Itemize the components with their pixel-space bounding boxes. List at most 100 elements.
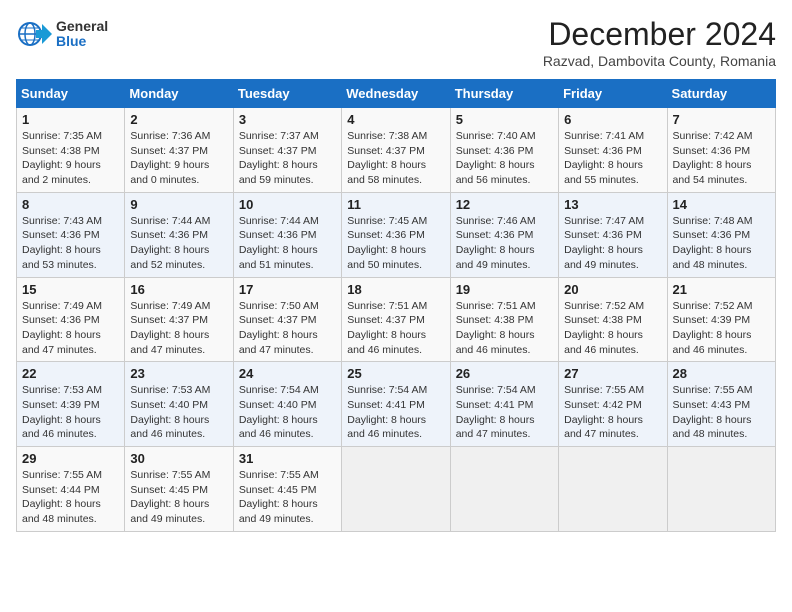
calendar-subtitle: Razvad, Dambovita County, Romania (543, 53, 776, 69)
day-info: Sunrise: 7:37 AMSunset: 4:37 PMDaylight:… (239, 130, 319, 186)
day-info: Sunrise: 7:44 AMSunset: 4:36 PMDaylight:… (239, 215, 319, 271)
day-info: Sunrise: 7:55 AMSunset: 4:42 PMDaylight:… (564, 384, 644, 440)
day-info: Sunrise: 7:52 AMSunset: 4:39 PMDaylight:… (673, 300, 753, 356)
calendar-cell: 30 Sunrise: 7:55 AMSunset: 4:45 PMDaylig… (125, 447, 233, 532)
calendar-week-row: 1 Sunrise: 7:35 AMSunset: 4:38 PMDayligh… (17, 108, 776, 193)
day-number: 10 (239, 197, 336, 212)
calendar-week-row: 8 Sunrise: 7:43 AMSunset: 4:36 PMDayligh… (17, 192, 776, 277)
calendar-cell: 18 Sunrise: 7:51 AMSunset: 4:37 PMDaylig… (342, 277, 450, 362)
column-header-thursday: Thursday (450, 80, 558, 108)
day-info: Sunrise: 7:35 AMSunset: 4:38 PMDaylight:… (22, 130, 102, 186)
day-info: Sunrise: 7:55 AMSunset: 4:43 PMDaylight:… (673, 384, 753, 440)
day-number: 12 (456, 197, 553, 212)
calendar-table: SundayMondayTuesdayWednesdayThursdayFrid… (16, 79, 776, 532)
day-number: 21 (673, 282, 770, 297)
calendar-cell: 29 Sunrise: 7:55 AMSunset: 4:44 PMDaylig… (17, 447, 125, 532)
calendar-week-row: 29 Sunrise: 7:55 AMSunset: 4:44 PMDaylig… (17, 447, 776, 532)
day-info: Sunrise: 7:45 AMSunset: 4:36 PMDaylight:… (347, 215, 427, 271)
day-info: Sunrise: 7:51 AMSunset: 4:38 PMDaylight:… (456, 300, 536, 356)
column-header-tuesday: Tuesday (233, 80, 341, 108)
day-number: 20 (564, 282, 661, 297)
day-info: Sunrise: 7:42 AMSunset: 4:36 PMDaylight:… (673, 130, 753, 186)
calendar-cell: 11 Sunrise: 7:45 AMSunset: 4:36 PMDaylig… (342, 192, 450, 277)
logo-general: General (56, 19, 108, 34)
day-info: Sunrise: 7:46 AMSunset: 4:36 PMDaylight:… (456, 215, 536, 271)
day-info: Sunrise: 7:50 AMSunset: 4:37 PMDaylight:… (239, 300, 319, 356)
calendar-cell: 2 Sunrise: 7:36 AMSunset: 4:37 PMDayligh… (125, 108, 233, 193)
day-info: Sunrise: 7:36 AMSunset: 4:37 PMDaylight:… (130, 130, 210, 186)
calendar-cell: 13 Sunrise: 7:47 AMSunset: 4:36 PMDaylig… (559, 192, 667, 277)
calendar-cell: 12 Sunrise: 7:46 AMSunset: 4:36 PMDaylig… (450, 192, 558, 277)
calendar-cell (342, 447, 450, 532)
day-number: 28 (673, 366, 770, 381)
calendar-cell: 24 Sunrise: 7:54 AMSunset: 4:40 PMDaylig… (233, 362, 341, 447)
day-info: Sunrise: 7:44 AMSunset: 4:36 PMDaylight:… (130, 215, 210, 271)
title-area: December 2024 Razvad, Dambovita County, … (543, 16, 776, 69)
calendar-cell: 8 Sunrise: 7:43 AMSunset: 4:36 PMDayligh… (17, 192, 125, 277)
day-number: 26 (456, 366, 553, 381)
calendar-cell: 4 Sunrise: 7:38 AMSunset: 4:37 PMDayligh… (342, 108, 450, 193)
calendar-title: December 2024 (543, 16, 776, 53)
day-number: 15 (22, 282, 119, 297)
column-header-monday: Monday (125, 80, 233, 108)
day-number: 5 (456, 112, 553, 127)
day-number: 31 (239, 451, 336, 466)
day-info: Sunrise: 7:49 AMSunset: 4:37 PMDaylight:… (130, 300, 210, 356)
calendar-cell: 25 Sunrise: 7:54 AMSunset: 4:41 PMDaylig… (342, 362, 450, 447)
day-number: 4 (347, 112, 444, 127)
calendar-cell: 16 Sunrise: 7:49 AMSunset: 4:37 PMDaylig… (125, 277, 233, 362)
calendar-cell: 19 Sunrise: 7:51 AMSunset: 4:38 PMDaylig… (450, 277, 558, 362)
day-number: 25 (347, 366, 444, 381)
calendar-cell: 21 Sunrise: 7:52 AMSunset: 4:39 PMDaylig… (667, 277, 775, 362)
calendar-cell (450, 447, 558, 532)
calendar-cell: 9 Sunrise: 7:44 AMSunset: 4:36 PMDayligh… (125, 192, 233, 277)
calendar-cell: 27 Sunrise: 7:55 AMSunset: 4:42 PMDaylig… (559, 362, 667, 447)
day-info: Sunrise: 7:52 AMSunset: 4:38 PMDaylight:… (564, 300, 644, 356)
calendar-cell: 17 Sunrise: 7:50 AMSunset: 4:37 PMDaylig… (233, 277, 341, 362)
calendar-cell: 1 Sunrise: 7:35 AMSunset: 4:38 PMDayligh… (17, 108, 125, 193)
day-number: 9 (130, 197, 227, 212)
day-number: 2 (130, 112, 227, 127)
calendar-cell: 22 Sunrise: 7:53 AMSunset: 4:39 PMDaylig… (17, 362, 125, 447)
day-info: Sunrise: 7:55 AMSunset: 4:45 PMDaylight:… (130, 469, 210, 525)
day-number: 22 (22, 366, 119, 381)
day-info: Sunrise: 7:54 AMSunset: 4:41 PMDaylight:… (347, 384, 427, 440)
day-number: 11 (347, 197, 444, 212)
day-number: 1 (22, 112, 119, 127)
logo: General Blue (16, 16, 108, 52)
calendar-cell: 3 Sunrise: 7:37 AMSunset: 4:37 PMDayligh… (233, 108, 341, 193)
column-header-wednesday: Wednesday (342, 80, 450, 108)
day-info: Sunrise: 7:40 AMSunset: 4:36 PMDaylight:… (456, 130, 536, 186)
day-number: 6 (564, 112, 661, 127)
day-info: Sunrise: 7:49 AMSunset: 4:36 PMDaylight:… (22, 300, 102, 356)
column-header-saturday: Saturday (667, 80, 775, 108)
day-number: 18 (347, 282, 444, 297)
column-header-friday: Friday (559, 80, 667, 108)
day-info: Sunrise: 7:48 AMSunset: 4:36 PMDaylight:… (673, 215, 753, 271)
day-info: Sunrise: 7:55 AMSunset: 4:45 PMDaylight:… (239, 469, 319, 525)
calendar-cell (559, 447, 667, 532)
calendar-body: 1 Sunrise: 7:35 AMSunset: 4:38 PMDayligh… (17, 108, 776, 532)
calendar-cell: 31 Sunrise: 7:55 AMSunset: 4:45 PMDaylig… (233, 447, 341, 532)
day-info: Sunrise: 7:53 AMSunset: 4:39 PMDaylight:… (22, 384, 102, 440)
day-number: 3 (239, 112, 336, 127)
day-number: 17 (239, 282, 336, 297)
calendar-cell: 15 Sunrise: 7:49 AMSunset: 4:36 PMDaylig… (17, 277, 125, 362)
calendar-cell: 20 Sunrise: 7:52 AMSunset: 4:38 PMDaylig… (559, 277, 667, 362)
logo-text: General Blue (56, 19, 108, 50)
calendar-cell: 5 Sunrise: 7:40 AMSunset: 4:36 PMDayligh… (450, 108, 558, 193)
calendar-cell: 6 Sunrise: 7:41 AMSunset: 4:36 PMDayligh… (559, 108, 667, 193)
day-info: Sunrise: 7:53 AMSunset: 4:40 PMDaylight:… (130, 384, 210, 440)
day-number: 8 (22, 197, 119, 212)
calendar-cell (667, 447, 775, 532)
day-info: Sunrise: 7:51 AMSunset: 4:37 PMDaylight:… (347, 300, 427, 356)
day-number: 29 (22, 451, 119, 466)
day-number: 16 (130, 282, 227, 297)
calendar-week-row: 15 Sunrise: 7:49 AMSunset: 4:36 PMDaylig… (17, 277, 776, 362)
calendar-cell: 7 Sunrise: 7:42 AMSunset: 4:36 PMDayligh… (667, 108, 775, 193)
calendar-week-row: 22 Sunrise: 7:53 AMSunset: 4:39 PMDaylig… (17, 362, 776, 447)
day-number: 14 (673, 197, 770, 212)
day-number: 30 (130, 451, 227, 466)
page-header: General Blue December 2024 Razvad, Dambo… (16, 16, 776, 69)
calendar-cell: 14 Sunrise: 7:48 AMSunset: 4:36 PMDaylig… (667, 192, 775, 277)
